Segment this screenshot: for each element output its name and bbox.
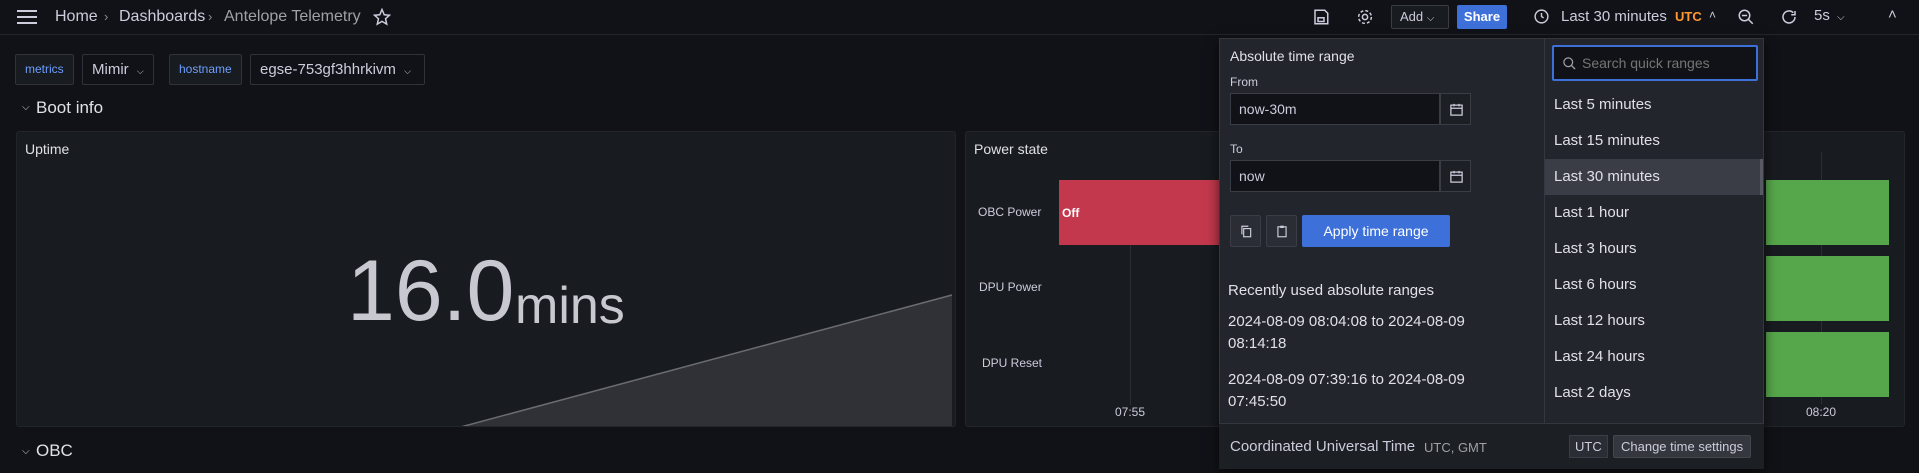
breadcrumb-separator-icon: › <box>208 9 213 24</box>
x-axis-tick: 08:20 <box>1806 405 1837 419</box>
breadcrumb-separator-icon: › <box>104 9 109 24</box>
uptime-value: 16.0 <box>347 243 515 339</box>
calendar-icon <box>1450 103 1463 116</box>
state-bar-dpu-power-on <box>1766 256 1889 321</box>
quick-range-search-box[interactable] <box>1552 45 1758 81</box>
clipboard-icon <box>1277 225 1287 238</box>
chevron-down-icon: ⌵ <box>136 66 144 76</box>
menu-icon[interactable] <box>17 9 37 29</box>
copy-range-button[interactable] <box>1230 215 1261 247</box>
paste-range-button[interactable] <box>1266 215 1297 247</box>
variable-value: egse-753gf3hhrkivm <box>260 61 396 78</box>
recent-range-line: 08:14:18 <box>1228 335 1287 352</box>
series-label: OBC Power <box>978 205 1042 219</box>
refresh-icon[interactable] <box>1780 8 1798 30</box>
gridline <box>1130 245 1131 405</box>
panel-title: Power state <box>974 141 1048 157</box>
recent-ranges-heading: Recently used absolute ranges <box>1228 282 1434 299</box>
breadcrumb-current: Antelope Telemetry <box>224 8 361 25</box>
recent-range-item[interactable]: 2024-08-09 07:39:16 to 2024-08-09 07:45:… <box>1228 369 1538 413</box>
breadcrumb-dashboards[interactable]: Dashboards <box>119 8 205 26</box>
uptime-panel: Uptime 16.0 mins <box>16 131 956 427</box>
quick-range-item-selected[interactable]: Last 30 minutes <box>1545 159 1763 195</box>
variable-select-metrics[interactable]: Mimir ⌵ <box>82 54 154 85</box>
quick-range-item[interactable]: Last 15 minutes <box>1545 123 1763 159</box>
footer-timezone-badge: UTC <box>1569 435 1608 458</box>
state-bar-obc-off: Off <box>1059 180 1229 245</box>
variable-label-hostname: hostname <box>169 54 242 85</box>
zoom-out-icon[interactable] <box>1737 8 1755 30</box>
recent-range-line: 2024-08-09 08:04:08 to 2024-08-09 <box>1228 313 1465 330</box>
time-picker-footer: Coordinated Universal Time UTC, GMT UTC … <box>1219 423 1764 469</box>
quick-range-item[interactable]: Last 24 hours <box>1545 339 1763 375</box>
to-input[interactable]: now <box>1230 160 1440 192</box>
save-icon[interactable] <box>1312 8 1330 30</box>
chevron-up-icon: ˄ <box>1709 8 1717 22</box>
breadcrumb-home[interactable]: Home <box>55 8 98 26</box>
timezone-label: UTC <box>1675 9 1702 24</box>
top-nav-bar: Home › Dashboards › Antelope Telemetry A… <box>0 0 1919 35</box>
quick-range-item[interactable]: Last 6 hours <box>1545 267 1763 303</box>
change-time-settings-button[interactable]: Change time settings <box>1613 435 1752 458</box>
chevron-down-icon: ⌵ <box>1837 12 1845 23</box>
calendar-icon <box>1450 170 1463 183</box>
quick-range-item[interactable]: Last 3 hours <box>1545 231 1763 267</box>
quick-range-item[interactable]: Last 5 minutes <box>1545 87 1763 123</box>
state-bar-label: Off <box>1062 206 1080 220</box>
copy-icon <box>1241 225 1252 238</box>
state-bar-dpu-reset-on <box>1766 332 1889 397</box>
footer-timezone-name: Coordinated Universal Time <box>1230 438 1416 455</box>
share-button[interactable]: Share <box>1457 5 1507 29</box>
footer-timezone-abbr: UTC, GMT <box>1424 440 1487 455</box>
chevron-down-icon: ⌵ <box>1426 13 1435 24</box>
variable-label-metrics: metrics <box>15 54 74 85</box>
to-label: To <box>1230 142 1243 156</box>
state-bar-obc-on <box>1766 180 1889 245</box>
series-label: DPU Power <box>979 280 1042 294</box>
x-axis-tick: 07:55 <box>1115 405 1146 419</box>
absolute-range-heading: Absolute time range <box>1230 48 1355 64</box>
refresh-interval-picker[interactable]: 5s ⌵ <box>1814 7 1854 29</box>
row-collapse-chevron-icon[interactable]: ⌵ <box>22 102 30 113</box>
star-icon[interactable] <box>372 7 392 30</box>
refresh-interval-value: 5s <box>1814 7 1830 24</box>
search-input[interactable] <box>1582 52 1752 74</box>
from-input[interactable]: now-30m <box>1230 93 1440 125</box>
chevron-down-icon: ⌵ <box>404 66 411 76</box>
variable-value: Mimir <box>92 61 129 78</box>
from-calendar-button[interactable] <box>1440 93 1471 125</box>
quick-range-item[interactable]: Last 1 hour <box>1545 195 1763 231</box>
from-label: From <box>1230 75 1258 89</box>
clock-icon <box>1533 8 1550 29</box>
quick-range-item[interactable]: Last 12 hours <box>1545 303 1763 339</box>
to-calendar-button[interactable] <box>1440 160 1471 192</box>
row-title-obc[interactable]: OBC <box>36 441 73 461</box>
variable-select-hostname[interactable]: egse-753gf3hhrkivm ⌵ <box>250 54 425 85</box>
time-range-picker-button[interactable]: Last 30 minutes UTC ˄ <box>1533 6 1723 30</box>
add-button-label: Add <box>1400 9 1424 24</box>
settings-gear-icon[interactable] <box>1356 8 1374 30</box>
search-icon <box>1563 57 1576 70</box>
apply-time-range-button[interactable]: Apply time range <box>1302 215 1450 247</box>
time-range-label: Last 30 minutes <box>1561 8 1667 25</box>
row-collapse-chevron-icon[interactable]: ⌵ <box>22 446 30 457</box>
add-button[interactable]: Add ⌵ <box>1391 5 1449 29</box>
quick-range-item[interactable]: Last 2 days <box>1545 375 1763 411</box>
uptime-unit: mins <box>515 277 625 335</box>
recent-range-item[interactable]: 2024-08-09 08:04:08 to 2024-08-09 08:14:… <box>1228 311 1538 355</box>
share-button-label: Share <box>1463 9 1501 24</box>
collapse-chevron-up-icon[interactable]: ˄ <box>1888 6 1897 23</box>
recent-range-line: 2024-08-09 07:39:16 to 2024-08-09 <box>1228 371 1465 388</box>
series-label: DPU Reset <box>982 356 1043 370</box>
row-title-boot-info[interactable]: Boot info <box>36 98 103 118</box>
recent-range-line: 07:45:50 <box>1228 393 1287 410</box>
